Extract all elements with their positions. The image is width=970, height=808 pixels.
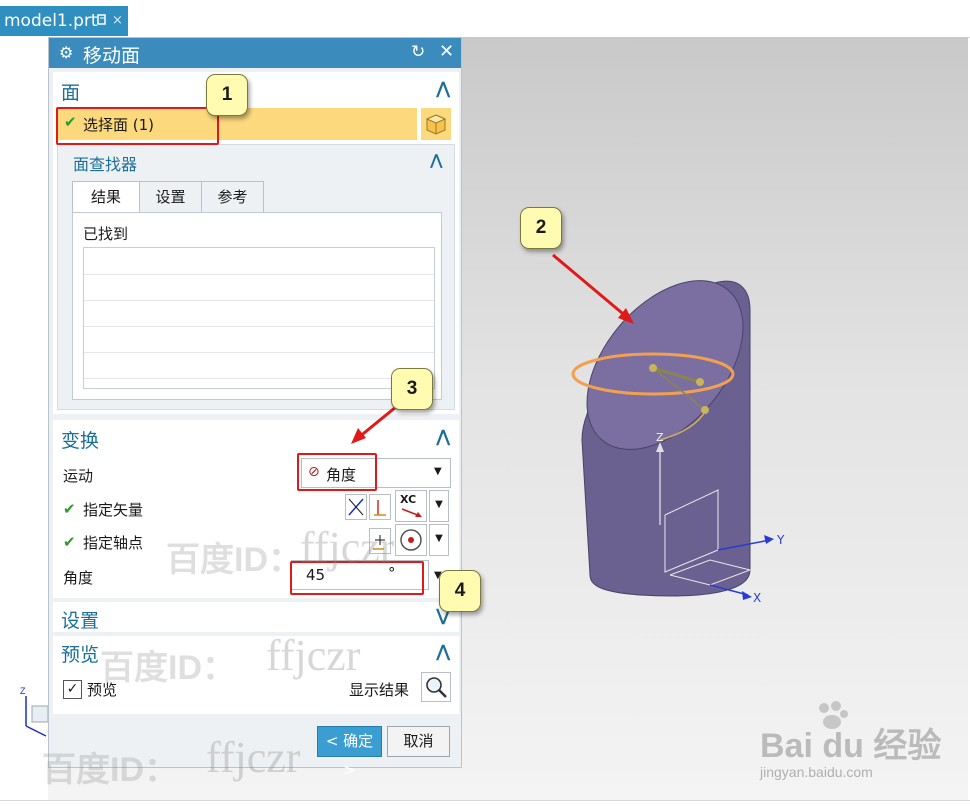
- ok-button[interactable]: < 确定 >: [317, 726, 382, 779]
- collapse-finder-icon[interactable]: ⋀: [430, 151, 443, 169]
- watermark-id-2: 百度ID：: [100, 649, 236, 687]
- point-icon: [400, 529, 422, 551]
- pivot-label: 指定轴点: [83, 534, 144, 552]
- collapse-preview-icon[interactable]: ⋀: [436, 642, 450, 662]
- angle-label: 角度: [63, 569, 94, 587]
- view-triad-icon: Z: [20, 686, 49, 737]
- pin-icon[interactable]: [97, 14, 107, 29]
- vector-label: 指定矢量: [83, 501, 144, 519]
- cancel-button[interactable]: 取消: [387, 726, 450, 757]
- transform-section-title: 变换: [61, 430, 100, 452]
- found-label: 已找到: [83, 225, 129, 243]
- cube-icon: [425, 114, 447, 135]
- face-rule-button[interactable]: [420, 108, 451, 140]
- baidu-jingyan-logo: Bai du 经验 jingyan.baidu.com: [760, 700, 960, 790]
- watermark-name-1: ffjczr: [300, 523, 395, 572]
- callout-4: 4: [439, 570, 481, 612]
- list-item[interactable]: [84, 326, 434, 353]
- baidu-brand: Bai du 经验: [760, 727, 942, 765]
- vector-dialog-button[interactable]: [369, 494, 391, 520]
- magnifier-icon: [426, 677, 447, 698]
- watermark-id-1: 百度ID：: [166, 541, 302, 579]
- face-finder-title: 面查找器: [73, 155, 138, 174]
- settings-section[interactable]: 设置 ⋁: [53, 602, 459, 632]
- dialog-title: 移动面: [83, 45, 141, 67]
- show-result-button[interactable]: [421, 672, 451, 702]
- file-tab[interactable]: model1.prt ×: [0, 6, 128, 36]
- gear-icon: ⚙: [59, 43, 74, 62]
- list-item[interactable]: [84, 248, 434, 275]
- close-icon[interactable]: ✕: [439, 41, 454, 62]
- settings-section-title: 设置: [61, 610, 100, 632]
- list-item[interactable]: [84, 300, 434, 327]
- list-item[interactable]: [84, 352, 434, 379]
- inferred-vector-button[interactable]: [345, 494, 367, 520]
- tab-results[interactable]: 结果: [72, 181, 140, 213]
- svg-text:Z: Z: [20, 686, 26, 696]
- watermark-name-2: ffjczr: [266, 631, 361, 680]
- finder-tabs: 结果 设置 参考: [72, 181, 442, 213]
- motion-label: 运动: [63, 467, 94, 485]
- z-axis-label: Z: [656, 431, 664, 444]
- baidu-site: jingyan.baidu.com: [760, 764, 873, 780]
- callout-2: 2: [520, 207, 562, 249]
- highlight-motion: [297, 453, 377, 491]
- tab-reference[interactable]: 参考: [201, 181, 264, 213]
- preview-section-title: 预览: [61, 644, 100, 666]
- y-axis-label: Y: [777, 533, 785, 547]
- reset-icon[interactable]: ↻: [411, 42, 425, 62]
- vector-constructor-icon: [374, 500, 386, 516]
- xc-label: XC: [400, 493, 417, 506]
- collapse-transform-icon[interactable]: ⋀: [436, 427, 450, 447]
- preview-checkbox[interactable]: ✓: [63, 680, 82, 699]
- highlight-select-face: [56, 107, 219, 145]
- x-axis-label: X: [753, 591, 762, 605]
- callout-3: 3: [391, 368, 433, 410]
- xc-arrow-icon: [401, 508, 422, 517]
- model-graphics[interactable]: [560, 250, 840, 620]
- chevron-down-icon: ▼: [434, 466, 442, 477]
- tab-settings[interactable]: 设置: [139, 181, 202, 213]
- point-options-dropdown[interactable]: ▼: [429, 524, 449, 556]
- watermark-name-3: ffjczr: [206, 733, 301, 782]
- vector-options-dropdown[interactable]: ▼: [429, 490, 449, 522]
- results-pane: 已找到: [72, 212, 442, 400]
- callout-1: 1: [206, 74, 248, 116]
- close-tab-icon[interactable]: ×: [112, 13, 123, 28]
- list-item[interactable]: [84, 274, 434, 301]
- file-tab-label: model1.prt: [4, 11, 98, 31]
- watermark-id-3: 百度ID：: [42, 751, 178, 789]
- vector-icon: [348, 498, 364, 516]
- face-section-title: 面: [61, 82, 81, 104]
- inferred-point-button[interactable]: [395, 524, 427, 556]
- document-tab-bar: [0, 0, 970, 38]
- found-list[interactable]: [83, 247, 435, 389]
- xc-vector-button[interactable]: XC: [395, 490, 427, 522]
- collapse-face-icon[interactable]: ⋀: [436, 79, 450, 99]
- vector-check-icon: ✔: [63, 500, 76, 518]
- handle-point: [649, 364, 657, 372]
- pivot-check-icon: ✔: [63, 533, 76, 551]
- dialog-titlebar[interactable]: ⚙ 移动面 ↻ ✕: [49, 38, 461, 68]
- show-result-label: 显示结果: [349, 681, 410, 699]
